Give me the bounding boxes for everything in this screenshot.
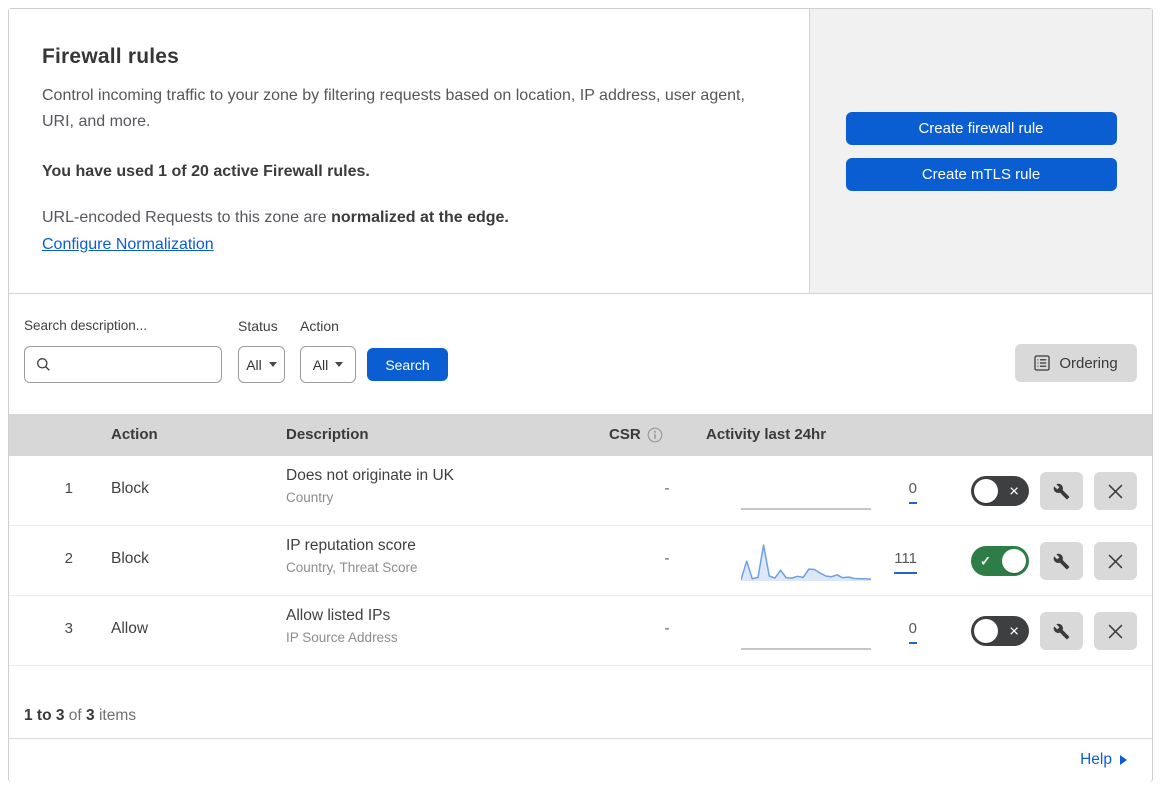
toggle-knob [974, 619, 998, 643]
column-header-description: Description [286, 426, 369, 443]
activity-flatline [741, 508, 871, 510]
wrench-icon [1053, 623, 1070, 639]
rule-description: IP reputation score Country, Threat Scor… [286, 537, 418, 575]
column-header-action: Action [111, 426, 158, 443]
action-filter-dropdown[interactable]: All [300, 346, 356, 383]
delete-rule-button[interactable] [1094, 612, 1137, 650]
wrench-icon [1053, 483, 1070, 499]
rule-enabled-toggle[interactable]: × [971, 616, 1029, 646]
info-icon[interactable] [647, 427, 663, 443]
rule-description-title: Does not originate in UK [286, 467, 455, 484]
configure-normalization-link[interactable]: Configure Normalization [42, 236, 214, 254]
usage-summary: You have used 1 of 20 active Firewall ru… [42, 163, 370, 180]
delete-rule-button[interactable] [1094, 542, 1137, 580]
activity-count-link[interactable]: 0 [908, 620, 917, 644]
search-icon [37, 358, 50, 371]
rule-criteria: IP Source Address [286, 630, 398, 645]
header-section: Firewall rules Control incoming traffic … [9, 9, 1152, 294]
filter-bar: Search description... Status All Action … [9, 294, 1152, 414]
rule-csr-value: - [664, 620, 670, 637]
table-footer: 1 to 3 of 3 items [9, 666, 1152, 738]
search-input-wrapper[interactable] [24, 346, 222, 383]
rule-criteria: Country, Threat Score [286, 560, 418, 575]
rule-csr-value: - [664, 550, 670, 567]
help-link-label: Help [1080, 751, 1112, 768]
rule-priority: 2 [64, 550, 73, 567]
csr-label: CSR [609, 426, 641, 443]
table-header: Action Description CSR Activity last 24h… [9, 414, 1152, 456]
status-filter-value: All [246, 356, 262, 373]
wrench-icon [1053, 553, 1070, 569]
toggle-on-check-icon: ✓ [980, 553, 991, 569]
rule-action: Block [111, 550, 149, 567]
chevron-right-icon [1120, 755, 1127, 765]
rule-csr-value: - [664, 480, 670, 497]
activity-flatline [741, 648, 871, 650]
rules-table-body: 1 Block Does not originate in UK Country… [9, 456, 1152, 666]
activity-count-link[interactable]: 111 [894, 550, 917, 574]
firewall-rules-panel: Firewall rules Control incoming traffic … [8, 8, 1153, 782]
actions-side-panel: Create firewall rule Create mTLS rule [809, 9, 1152, 293]
items-range: 1 to 3 [24, 707, 65, 724]
close-icon [1108, 554, 1123, 568]
chevron-down-icon [335, 362, 344, 367]
action-filter-value: All [312, 356, 329, 373]
edit-rule-button[interactable] [1040, 472, 1083, 510]
rule-enabled-toggle[interactable]: ✓ [971, 546, 1029, 576]
help-link[interactable]: Help [1080, 751, 1127, 769]
rule-action: Block [111, 480, 149, 497]
rule-priority: 1 [64, 480, 73, 497]
activity-count-link[interactable]: 0 [908, 480, 917, 504]
search-button[interactable]: Search [367, 348, 448, 381]
header-text-block: Firewall rules Control incoming traffic … [42, 9, 787, 254]
help-bar: Help [9, 738, 1152, 782]
rule-criteria: Country [286, 490, 334, 505]
close-icon [1108, 624, 1123, 638]
table-row: 3 Allow Allow listed IPs IP Source Addre… [9, 596, 1152, 666]
ordering-list-icon [1034, 355, 1050, 371]
table-row: 1 Block Does not originate in UK Country… [9, 456, 1152, 526]
items-range-label: 1 to 3 of 3 items [24, 707, 136, 724]
search-input[interactable] [51, 356, 221, 373]
delete-rule-button[interactable] [1094, 472, 1137, 510]
rule-description: Does not originate in UK Country [286, 467, 454, 505]
edit-rule-button[interactable] [1040, 542, 1083, 580]
page-title: Firewall rules [42, 45, 180, 68]
edit-rule-button[interactable] [1040, 612, 1083, 650]
ordering-button-label: Ordering [1059, 354, 1118, 372]
status-filter-dropdown[interactable]: All [238, 346, 285, 383]
search-description-label: Search description... [24, 318, 148, 333]
activity-sparkline [741, 544, 871, 581]
rule-priority: 3 [64, 620, 73, 637]
items-total: 3 [86, 707, 95, 724]
action-filter-label: Action [300, 318, 339, 334]
toggle-off-x-icon: × [1009, 621, 1019, 641]
close-icon [1108, 484, 1123, 498]
create-mtls-rule-button[interactable]: Create mTLS rule [845, 158, 1117, 191]
normalization-bold: normalized at the edge. [331, 209, 509, 226]
rule-description-title: Allow listed IPs [286, 607, 391, 624]
normalization-prefix: URL-encoded Requests to this zone are [42, 209, 332, 226]
rule-description-title: IP reputation score [286, 537, 416, 554]
normalization-note: URL-encoded Requests to this zone are no… [42, 209, 787, 227]
toggle-knob [974, 479, 998, 503]
rule-description: Allow listed IPs IP Source Address [286, 607, 398, 645]
toggle-off-x-icon: × [1009, 481, 1019, 501]
page-description: Control incoming traffic to your zone by… [42, 87, 745, 130]
rule-action: Allow [111, 620, 149, 637]
create-firewall-rule-button[interactable]: Create firewall rule [845, 112, 1117, 145]
rule-enabled-toggle[interactable]: × [971, 476, 1029, 506]
column-header-csr: CSR [609, 414, 663, 456]
toggle-knob [1002, 549, 1026, 573]
chevron-down-icon [268, 362, 277, 367]
column-header-activity: Activity last 24hr [706, 426, 827, 443]
table-row: 2 Block IP reputation score Country, Thr… [9, 526, 1152, 596]
status-filter-label: Status [238, 318, 278, 334]
ordering-button[interactable]: Ordering [1015, 344, 1137, 382]
